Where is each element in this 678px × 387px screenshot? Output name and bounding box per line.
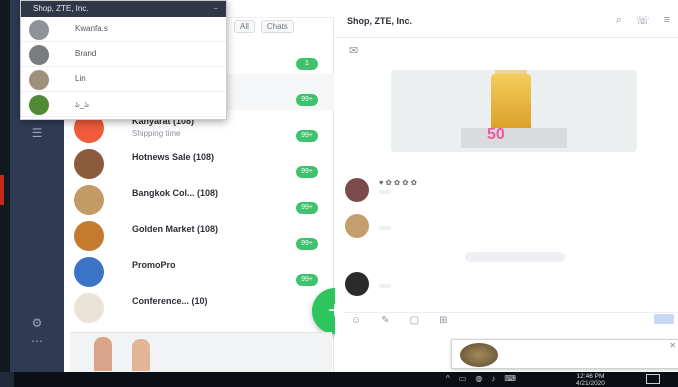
unread-badge: 99+ [296,274,318,286]
avatar [29,95,49,115]
chat-name: Golden Market (108) [132,224,219,234]
avatar [74,293,104,323]
avatar [29,70,49,90]
avatar [74,257,104,287]
chat-app-window: ☰ ⚙ ⋯ All Chats Ⓣ 1 99+ Kanyarat (108) S… [10,0,678,372]
search-icon[interactable]: ⌕ [616,14,622,27]
chevron-up-icon[interactable]: ^ [446,374,450,383]
image-icon[interactable]: ▢ [410,315,419,328]
taskbar-clock[interactable]: 12:46 PM 4/21/2020 [576,373,605,387]
unread-badge: 99+ [296,202,318,214]
network-icon[interactable]: ◍ [475,374,482,383]
message-sender: ♥ ✿ ✿ ✿ ✿ [379,178,417,187]
message-bubble [379,226,391,230]
unread-badge: 1 [296,58,318,70]
conversation-panel: Shop, ZTE, Inc. ⌕ ☏ ≡ ✉ 50 ♥ ✿ ✿ ✿ ✿ ☺ ✎… [335,0,678,372]
display-stand [461,128,567,148]
pinned-notice[interactable]: ✉ [343,42,669,64]
unread-badge: 99+ [296,166,318,178]
account-option[interactable]: Kwanfa.s [21,17,226,42]
message-bubble [379,284,391,288]
product-tags [391,155,661,165]
notice-icon: ✉ [349,45,359,57]
compose-toolbar: ☺ ✎ ▢ ⊞ [343,312,678,328]
system-tray: ^ ▭ ◍ ♪ ⌨ [446,374,516,383]
notifications-icon[interactable] [646,374,660,384]
chat-name: Conference... (10) [132,296,208,306]
menu-title: Shop, ZTE, Inc. [33,4,89,13]
clock-time: 12:46 PM [576,373,605,380]
chat-name: Bangkok Col... (108) [132,188,219,198]
conversation-title: Shop, ZTE, Inc. [347,16,412,26]
message-bubble [379,190,391,194]
date-separator [465,252,565,262]
menu-header: Shop, ZTE, Inc. − [21,1,226,17]
account-option[interactable]: ঌ_ঌ [21,92,226,117]
language-icon[interactable]: ⌨ [504,374,516,383]
avatar [460,343,498,367]
conversation-header: Shop, ZTE, Inc. ⌕ ☏ ≡ [335,0,678,38]
close-icon[interactable]: − [213,1,218,17]
chat-name: Hotnews Sale (108) [132,152,215,162]
unread-badge: 99+ [296,238,318,250]
avatar [74,185,104,215]
avatar[interactable] [345,178,369,202]
more-icon[interactable]: ⋯ [28,334,46,348]
avatar [29,20,49,40]
avatar[interactable] [345,272,369,296]
emoji-icon[interactable]: ☺ [351,315,361,328]
chat-row[interactable]: Conference... (10) [64,290,334,326]
attach-icon[interactable]: ✎ [381,315,389,328]
chat-preview: Shipping time [132,129,181,138]
tab-chats[interactable]: Chats [260,20,294,33]
more-tools-icon[interactable]: ⊞ [439,315,447,328]
account-label: ঌ_ঌ [75,100,90,109]
account-label: Brand [75,49,97,58]
account-label: Kwanfa.s [75,24,108,33]
chat-row[interactable]: Golden Market (108) 99+ [64,218,334,254]
send-button[interactable] [654,314,674,324]
conversation-toolbar: ⌕ ☏ ≡ [616,14,670,27]
desktop-accent [0,175,4,205]
avatar [74,149,104,179]
avatar [74,221,104,251]
account-option[interactable]: Brand [21,42,226,67]
battery-icon[interactable]: ▭ [459,374,467,383]
account-option[interactable]: Lin [21,67,226,92]
price-tag: 50 [487,126,505,143]
avatar [29,45,49,65]
chat-row[interactable]: PromoPro 99+ [64,254,334,290]
chat-row[interactable]: Hotnews Sale (108) 99+ [64,146,334,182]
start-button[interactable] [0,372,14,387]
ad-person-image [94,337,112,371]
close-icon[interactable]: ✕ [669,341,676,350]
account-switcher-menu: Shop, ZTE, Inc. − Kwanfa.s Brand Lin ঌ_ঌ [20,0,227,120]
avatar[interactable] [345,214,369,238]
chat-name: PromoPro [132,260,176,270]
chat-list-tabs: All Chats [234,20,294,33]
menu-icon[interactable]: ≡ [664,14,670,27]
unread-badge: 99+ [296,94,318,106]
ad-banner[interactable] [70,332,332,372]
menu-icon[interactable]: ☰ [28,126,46,140]
ad-person-image [132,339,150,371]
unread-badge: 99+ [296,130,318,142]
call-icon[interactable]: ☏ [636,14,650,27]
account-label: Lin [75,74,86,83]
clock-date: 4/21/2020 [576,380,605,387]
desktop-edge [0,0,10,372]
tab-all[interactable]: All [234,20,255,33]
windows-taskbar: ^ ▭ ◍ ♪ ⌨ 12:46 PM 4/21/2020 [0,372,678,387]
settings-icon[interactable]: ⚙ [28,316,46,330]
chat-row[interactable]: Bangkok Col... (108) 99+ [64,182,334,218]
product-photo[interactable]: 50 [391,70,637,152]
volume-icon[interactable]: ♪ [491,374,495,383]
notification-toast[interactable]: ✕ [451,339,678,369]
